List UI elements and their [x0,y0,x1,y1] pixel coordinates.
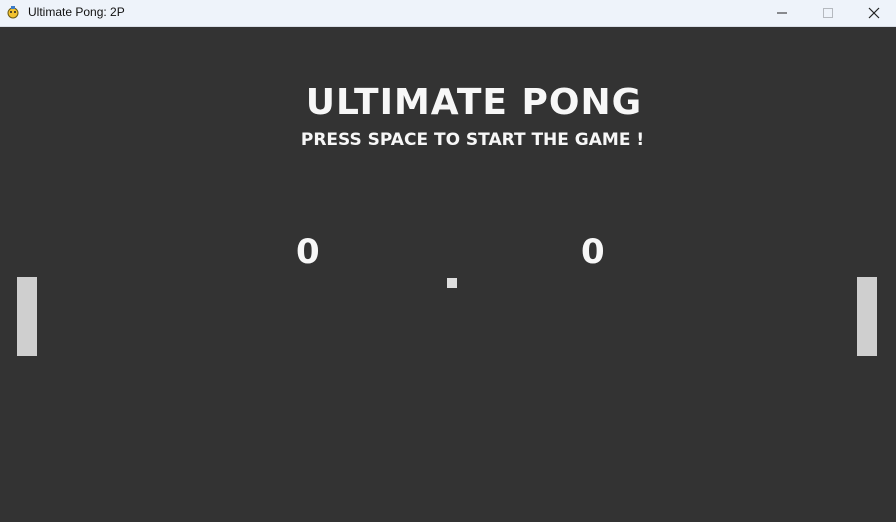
window-title: Ultimate Pong: 2P [28,5,125,19]
left-paddle [17,277,37,356]
game-title: ULTIMATE PONG [305,82,643,123]
minimize-button[interactable] [760,0,804,26]
game-window: Ultimate Pong: 2P ULTIMATE PONG PRESS SP… [0,0,896,522]
title-bar[interactable]: Ultimate Pong: 2P [0,0,896,27]
game-canvas[interactable]: ULTIMATE PONG PRESS SPACE TO START THE G… [0,27,896,522]
start-prompt: PRESS SPACE TO START THE GAME ! [300,130,645,150]
close-button[interactable] [852,0,896,26]
maximize-button[interactable] [806,0,850,26]
left-player-score: 0 [296,232,320,272]
close-icon [868,7,880,19]
maximize-icon [823,8,833,18]
right-player-score: 0 [581,232,605,272]
right-paddle [857,277,877,356]
pygame-snake-icon [7,6,19,19]
minimize-icon [777,12,787,14]
ball [447,278,457,288]
